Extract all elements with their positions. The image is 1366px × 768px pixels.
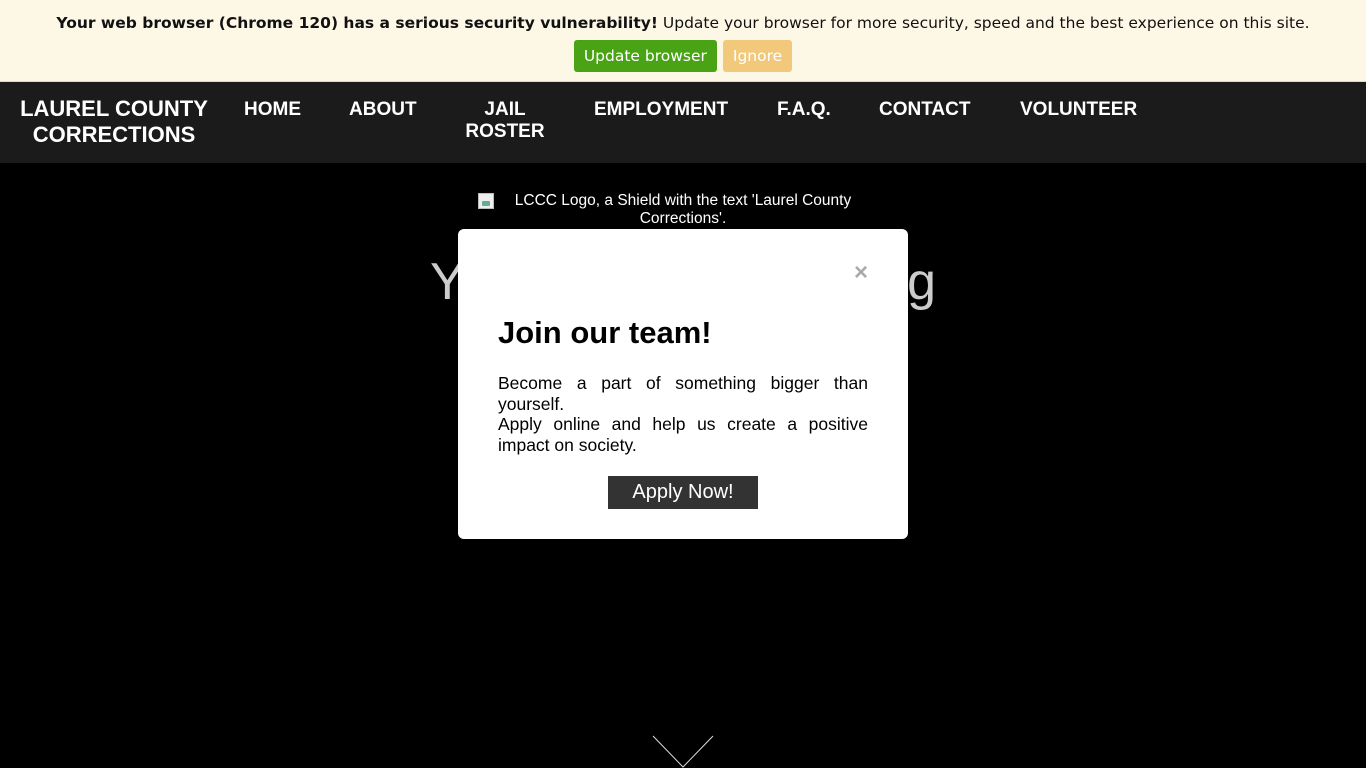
nav-faq[interactable]: F.A.Q.	[777, 99, 831, 121]
join-team-modal: × Join our team! Become a part of someth…	[458, 229, 908, 539]
close-icon[interactable]: ×	[854, 261, 868, 285]
nav-jail-roster-line-1: JAIL	[484, 99, 526, 120]
hero-heading-right: g	[907, 253, 936, 311]
update-message: Your web browser (Chrome 120) has a seri…	[0, 14, 1366, 32]
nav-home[interactable]: HOME	[244, 99, 301, 121]
ignore-button[interactable]: Ignore	[722, 40, 793, 72]
update-warning-text: Update your browser for more security, s…	[657, 14, 1310, 32]
chevron-down-icon[interactable]	[652, 735, 714, 768]
update-warning-bold: Your web browser (Chrome 120) has a seri…	[56, 14, 658, 32]
brand-line-2: CORRECTIONS	[32, 122, 196, 147]
modal-line-1: Become a part of something bigger than y…	[498, 373, 868, 414]
site-brand[interactable]: LAUREL COUNTY CORRECTIONS	[10, 96, 218, 148]
nav-volunteer[interactable]: VOLUNTEER	[1020, 99, 1137, 121]
nav-jail-roster[interactable]: JAIL ROSTER	[462, 99, 548, 143]
update-browser-button[interactable]: Update browser	[573, 40, 717, 72]
update-buttons: Update browser Ignore	[0, 40, 1366, 72]
modal-body: Become a part of something bigger than y…	[498, 373, 868, 455]
main-navbar: LAUREL COUNTY CORRECTIONS HOME ABOUT JAI…	[0, 82, 1366, 163]
modal-title: Join our team!	[498, 315, 712, 350]
nav-about[interactable]: ABOUT	[349, 99, 417, 121]
browser-update-banner: Your web browser (Chrome 120) has a seri…	[0, 0, 1366, 82]
logo-alt-text: LCCC Logo, a Shield with the text 'Laure…	[514, 192, 852, 227]
nav-jail-roster-line-2: ROSTER	[465, 121, 545, 142]
nav-contact[interactable]: CONTACT	[879, 99, 970, 121]
nav-employment[interactable]: EMPLOYMENT	[594, 99, 728, 121]
modal-line-2: Apply online and help us create a positi…	[498, 414, 868, 455]
apply-now-button[interactable]: Apply Now!	[608, 476, 758, 509]
brand-line-1: LAUREL COUNTY	[20, 96, 208, 121]
